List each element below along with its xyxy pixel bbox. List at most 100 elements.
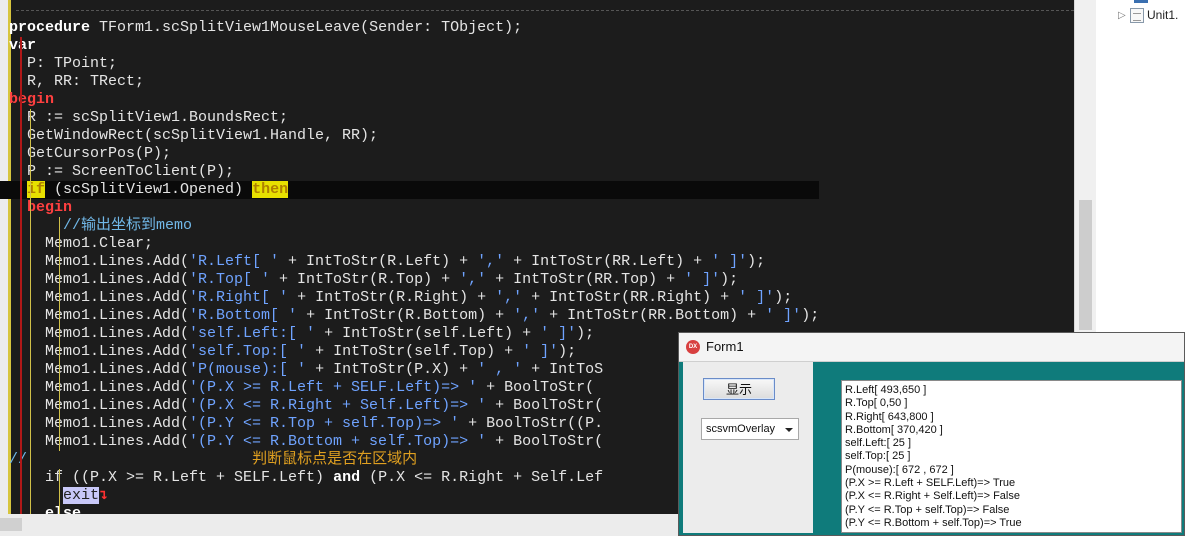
code-line[interactable]: if (scSplitView1.Opened) then [0,181,820,199]
memo-line: R.Right[ 643,800 ] [845,410,934,423]
block-guide [30,235,31,253]
memo1[interactable]: R.Left[ 493,650 ] R.Top[ 0,50 ] R.Right[ 6… [841,380,1182,533]
chevron-right-icon[interactable]: ▷ [1118,10,1130,21]
block-guide [30,199,31,217]
hscroll-thumb[interactable] [0,518,22,531]
block-guide [59,343,60,361]
block-guide [59,397,60,415]
block-guide [59,469,60,487]
block-guide [20,415,22,433]
block-guide [59,379,60,397]
memo-line: self.Left:[ 25 ] [845,437,912,450]
code-line[interactable]: Memo1.Lines.Add('R.Left[ ' + IntToStr(R.… [0,253,819,271]
block-guide [30,343,31,361]
form1-titlebar[interactable]: DX Form1 [679,333,1184,362]
tree-item-label: Unit1. [1147,8,1179,22]
code-line[interactable]: GetCursorPos(P); [0,145,819,163]
block-guide [20,199,22,217]
block-guide [30,181,31,199]
split-view-panel: 显示 scsvmOverlay [683,362,813,533]
memo-line: R.Bottom[ 370,420 ] [845,423,943,436]
block-guide [59,253,60,271]
block-guide [30,127,31,145]
code-line[interactable]: //输出坐标到memo [0,217,819,235]
block-guide [30,307,31,325]
block-guide [20,127,22,145]
block-guide [30,361,31,379]
block-guide [20,505,22,514]
block-guide [20,433,22,451]
code-line[interactable]: begin [0,91,819,109]
block-guide [20,253,22,271]
block-guide [30,451,31,469]
code-line[interactable]: R := scSplitView1.BoundsRect; [0,109,819,127]
block-guide [20,73,22,91]
block-guide [20,235,22,253]
block-guide [30,271,31,289]
code-line[interactable]: Memo1.Clear; [0,235,819,253]
code-line[interactable]: Memo1.Lines.Add('R.Top[ ' + IntToStr(R.T… [0,271,819,289]
block-guide [20,37,22,55]
block-guide [59,271,60,289]
block-guide [59,415,60,433]
memo-line: R.Top[ 0,50 ] [845,397,908,410]
block-guide [20,397,22,415]
block-guide [30,379,31,397]
block-guide [59,505,60,514]
code-line[interactable]: P := ScreenToClient(P); [0,163,819,181]
block-guide [20,145,22,163]
block-guide [20,325,22,343]
block-guide [20,289,22,307]
code-line[interactable]: var [0,37,819,55]
code-line[interactable]: R, RR: TRect; [0,73,819,91]
app-icon: DX [686,340,700,354]
block-guide [59,325,60,343]
block-guide [30,397,31,415]
code-line[interactable]: Memo1.Lines.Add('R.Right[ ' + IntToStr(R… [0,289,819,307]
block-guide [20,307,22,325]
editor-horizontal-scrollbar[interactable] [0,514,678,536]
combo-value: scsvmOverlay [706,423,776,435]
block-guide [30,163,31,181]
vscroll-thumb[interactable] [1079,200,1092,330]
block-guide [59,235,60,253]
block-guide [59,307,60,325]
block-guide [30,217,31,235]
code-line[interactable]: procedure TForm1.scSplitView1MouseLeave(… [0,19,819,37]
memo-line: (P.X >= R.Left + SELF.Left)=> True [845,477,1016,490]
code-line[interactable]: GetWindowRect(scSplitView1.Handle, RR); [0,127,819,145]
show-button[interactable]: 显示 [703,378,775,400]
block-guide [20,361,22,379]
memo-line: (P.Y <= R.Bottom + self.Top)=> True [845,516,1022,529]
block-guide [30,433,31,451]
block-guide [20,217,22,235]
block-guide [59,361,60,379]
display-mode-combo[interactable]: scsvmOverlay [701,418,799,440]
block-guide [20,379,22,397]
pane-indicator [1134,0,1148,3]
memo-line: R.Left[ 493,650 ] [845,384,927,396]
code-line[interactable]: Memo1.Lines.Add('R.Bottom[ ' + IntToStr(… [0,307,819,325]
block-guide [30,325,31,343]
block-guide [20,271,22,289]
code-line[interactable]: begin [0,199,819,217]
block-guide [20,469,22,487]
block-guide [20,181,22,199]
block-guide [30,505,31,514]
block-guide [30,145,31,163]
block-guide [30,289,31,307]
code-line[interactable]: P: TPoint; [0,55,819,73]
block-guide [59,487,60,505]
block-guide [30,253,31,271]
block-guide [20,55,22,73]
block-guide [20,109,22,127]
block-guide [30,415,31,433]
chevron-down-icon[interactable] [785,428,793,432]
block-guide [20,91,22,109]
tree-item-unit1[interactable]: ▷ Unit1. [1118,5,1178,25]
form1-window[interactable]: DX Form1 显示 scsvmOverlay R.Left[ 493,650… [678,332,1185,536]
memo-line: self.Top:[ 25 ] [845,450,911,463]
block-guide [20,163,22,181]
block-guide [20,451,22,469]
window-title: Form1 [706,339,744,354]
